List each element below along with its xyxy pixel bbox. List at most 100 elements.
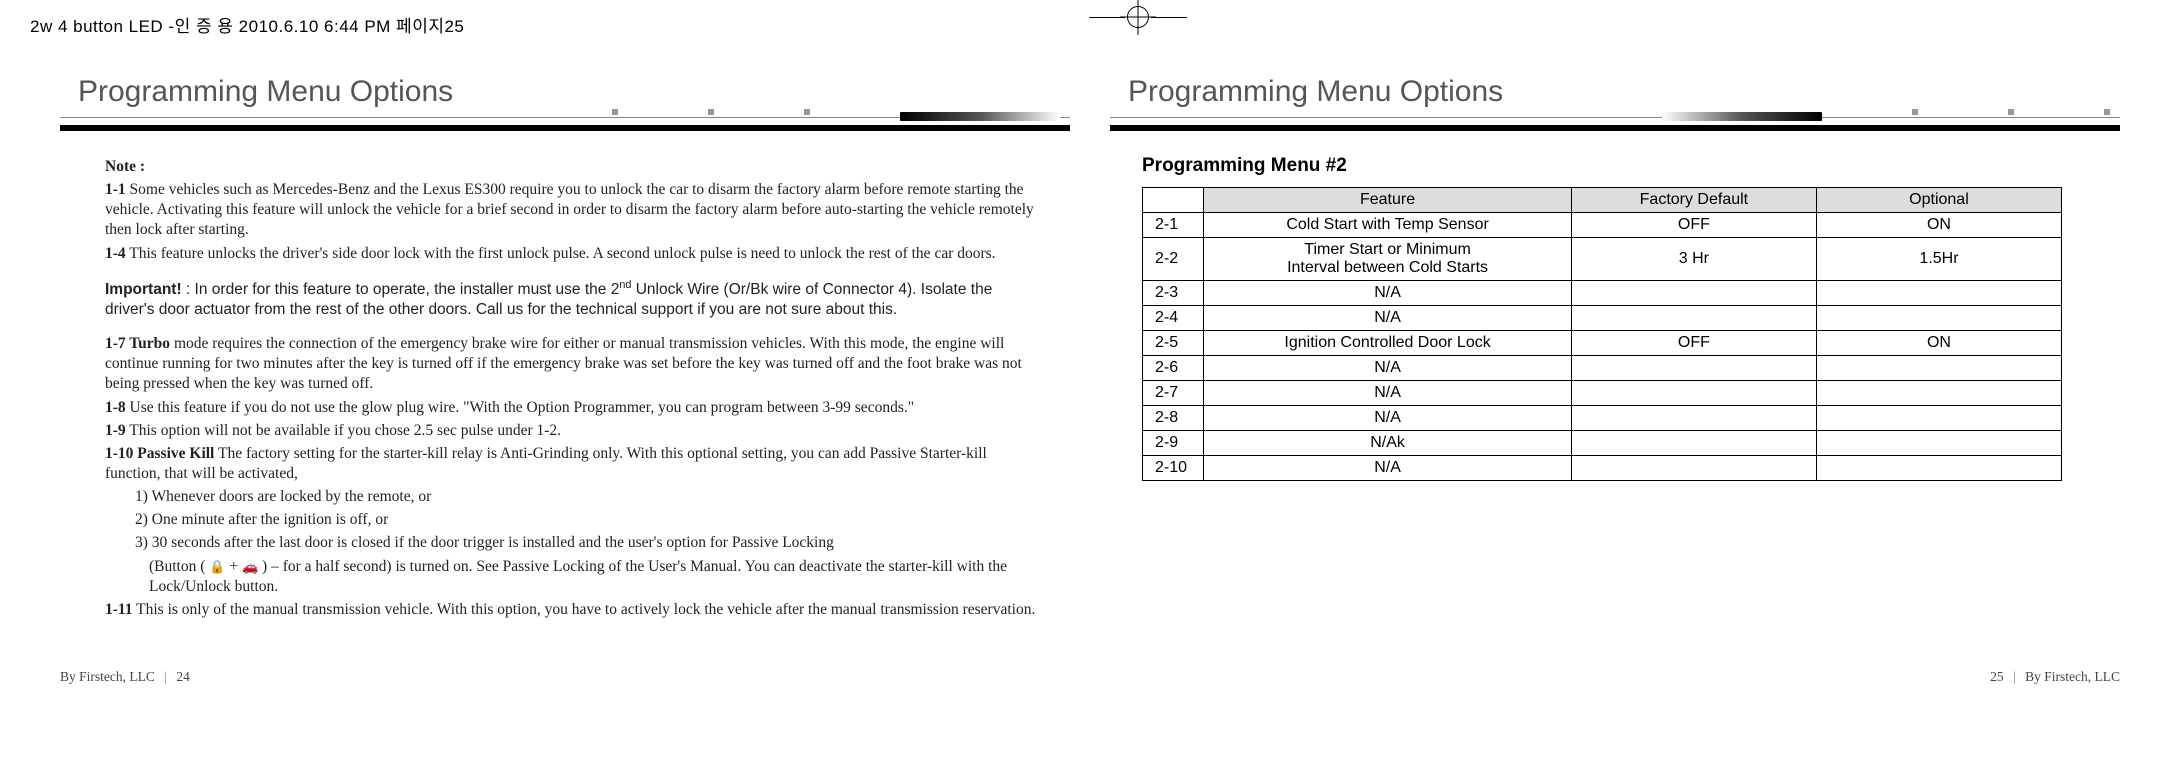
row-feature: Cold Start with Temp Sensor	[1204, 213, 1572, 238]
table-row: 2-3N/A	[1143, 281, 2062, 306]
row-default	[1571, 356, 1816, 381]
page-24: Programming Menu Options Note : 1-1 Some…	[60, 75, 1070, 675]
row-default: 3 Hr	[1571, 238, 1816, 281]
page-footer: By Firstech, LLC | 24	[60, 669, 190, 685]
row-optional	[1816, 356, 2061, 381]
row-feature: N/A	[1204, 356, 1572, 381]
row-index: 2-7	[1143, 381, 1204, 406]
row-feature: N/Ak	[1204, 431, 1572, 456]
footer-page-num: 25	[1990, 669, 2004, 684]
registration-mark	[1089, 6, 1187, 28]
row-index: 2-5	[1143, 331, 1204, 356]
row-optional	[1816, 406, 2061, 431]
page-footer: 25 | By Firstech, LLC	[1990, 669, 2120, 685]
table-row: 2-2Timer Start or MinimumInterval betwee…	[1143, 238, 2062, 281]
crop-mark-header: 2w 4 button LED -인 증 용 2010.6.10 6:44 PM…	[30, 12, 464, 37]
row-index: 2-9	[1143, 431, 1204, 456]
row-optional	[1816, 306, 2061, 331]
passive-kill-label: Passive Kill	[133, 445, 214, 462]
row-optional	[1816, 381, 2061, 406]
important-sup: nd	[619, 279, 631, 291]
pk-3b-pre: (Button (	[149, 558, 209, 575]
important-label: Important!	[105, 281, 182, 298]
row-feature: N/A	[1204, 306, 1572, 331]
car-icon: 🚗	[242, 559, 258, 576]
text-1-8: Use this feature if you do not use the g…	[126, 399, 914, 416]
row-optional: ON	[1816, 213, 2061, 238]
programming-menu-table: Feature Factory Default Optional 2-1Cold…	[1142, 187, 2062, 481]
th-feature: Feature	[1204, 188, 1572, 213]
text-1-11: This is only of the manual transmission …	[133, 601, 1036, 618]
title-rule	[60, 117, 1070, 133]
title-rule	[1110, 117, 2120, 133]
text-1-4: This feature unlocks the driver's side d…	[126, 245, 996, 262]
pk-item-3a: 3) 30 seconds after the last door is clo…	[105, 533, 1040, 553]
table-row: 2-6N/A	[1143, 356, 2062, 381]
row-index: 2-6	[1143, 356, 1204, 381]
pk-item-1: 1) Whenever doors are locked by the remo…	[105, 487, 1040, 507]
row-feature: N/A	[1204, 281, 1572, 306]
tag-1-9: 1-9	[105, 422, 126, 439]
text-1-9: This option will not be available if you…	[126, 422, 561, 439]
row-feature: Ignition Controlled Door Lock	[1204, 331, 1572, 356]
th-optional: Optional	[1816, 188, 2061, 213]
tag-1-4: 1-4	[105, 245, 126, 262]
table-row: 2-7N/A	[1143, 381, 2062, 406]
crop-info-text: 2w 4 button LED -인 증 용 2010.6.10 6:44 PM…	[30, 17, 464, 36]
row-optional: ON	[1816, 331, 2061, 356]
table-row: 2-4N/A	[1143, 306, 2062, 331]
text-1-1: Some vehicles such as Mercedes-Benz and …	[105, 181, 1034, 238]
row-index: 2-1	[1143, 213, 1204, 238]
row-optional: 1.5Hr	[1816, 238, 2061, 281]
row-optional	[1816, 281, 2061, 306]
row-index: 2-10	[1143, 456, 1204, 481]
row-feature: N/A	[1204, 406, 1572, 431]
turbo-label: Turbo	[126, 335, 170, 352]
table-row: 2-10N/A	[1143, 456, 2062, 481]
tag-1-10: 1-10	[105, 445, 133, 462]
row-default	[1571, 306, 1816, 331]
text-1-10: The factory setting for the starter-kill…	[105, 445, 987, 482]
pk-3b-mid: +	[225, 558, 242, 575]
pk-item-2: 2) One minute after the ignition is off,…	[105, 510, 1040, 530]
row-index: 2-8	[1143, 406, 1204, 431]
important-text-a: : In order for this feature to operate, …	[182, 281, 620, 298]
row-default: OFF	[1571, 213, 1816, 238]
footer-page-num: 24	[176, 669, 190, 684]
footer-sep: |	[2013, 669, 2016, 684]
row-index: 2-3	[1143, 281, 1204, 306]
row-optional	[1816, 456, 2061, 481]
row-feature: N/A	[1204, 381, 1572, 406]
row-index: 2-4	[1143, 306, 1204, 331]
tag-1-1: 1-1	[105, 181, 126, 198]
row-default	[1571, 456, 1816, 481]
page-25: Programming Menu Options Programming Men…	[1110, 75, 2120, 675]
page-content: Note : 1-1 Some vehicles such as Mercede…	[60, 137, 1070, 620]
row-optional	[1816, 431, 2061, 456]
tag-1-8: 1-8	[105, 399, 126, 416]
page-title: Programming Menu Options	[1128, 75, 2120, 109]
footer-sep: |	[164, 669, 167, 684]
footer-company: By Firstech, LLC	[60, 669, 155, 684]
tag-1-7: 1-7	[105, 335, 126, 352]
row-default	[1571, 281, 1816, 306]
lock-icon: 🔒	[209, 559, 225, 576]
note-label: Note :	[105, 158, 145, 175]
table-row: 2-9N/Ak	[1143, 431, 2062, 456]
row-default	[1571, 431, 1816, 456]
tag-1-11: 1-11	[105, 601, 133, 618]
pk-3b-post: ) – for a half second) is turned on. See…	[149, 558, 1007, 595]
row-feature: Timer Start or MinimumInterval between C…	[1204, 238, 1572, 281]
page-title: Programming Menu Options	[78, 75, 1070, 109]
table-row: 2-8N/A	[1143, 406, 2062, 431]
table-row: 2-1Cold Start with Temp SensorOFFON	[1143, 213, 2062, 238]
table-row: 2-5Ignition Controlled Door LockOFFON	[1143, 331, 2062, 356]
footer-company: By Firstech, LLC	[2025, 669, 2120, 684]
row-default: OFF	[1571, 331, 1816, 356]
row-index: 2-2	[1143, 238, 1204, 281]
row-feature: N/A	[1204, 456, 1572, 481]
menu-subheading: Programming Menu #2	[1142, 155, 2120, 177]
row-default	[1571, 406, 1816, 431]
text-1-7: mode requires the connection of the emer…	[105, 335, 1022, 392]
row-default	[1571, 381, 1816, 406]
